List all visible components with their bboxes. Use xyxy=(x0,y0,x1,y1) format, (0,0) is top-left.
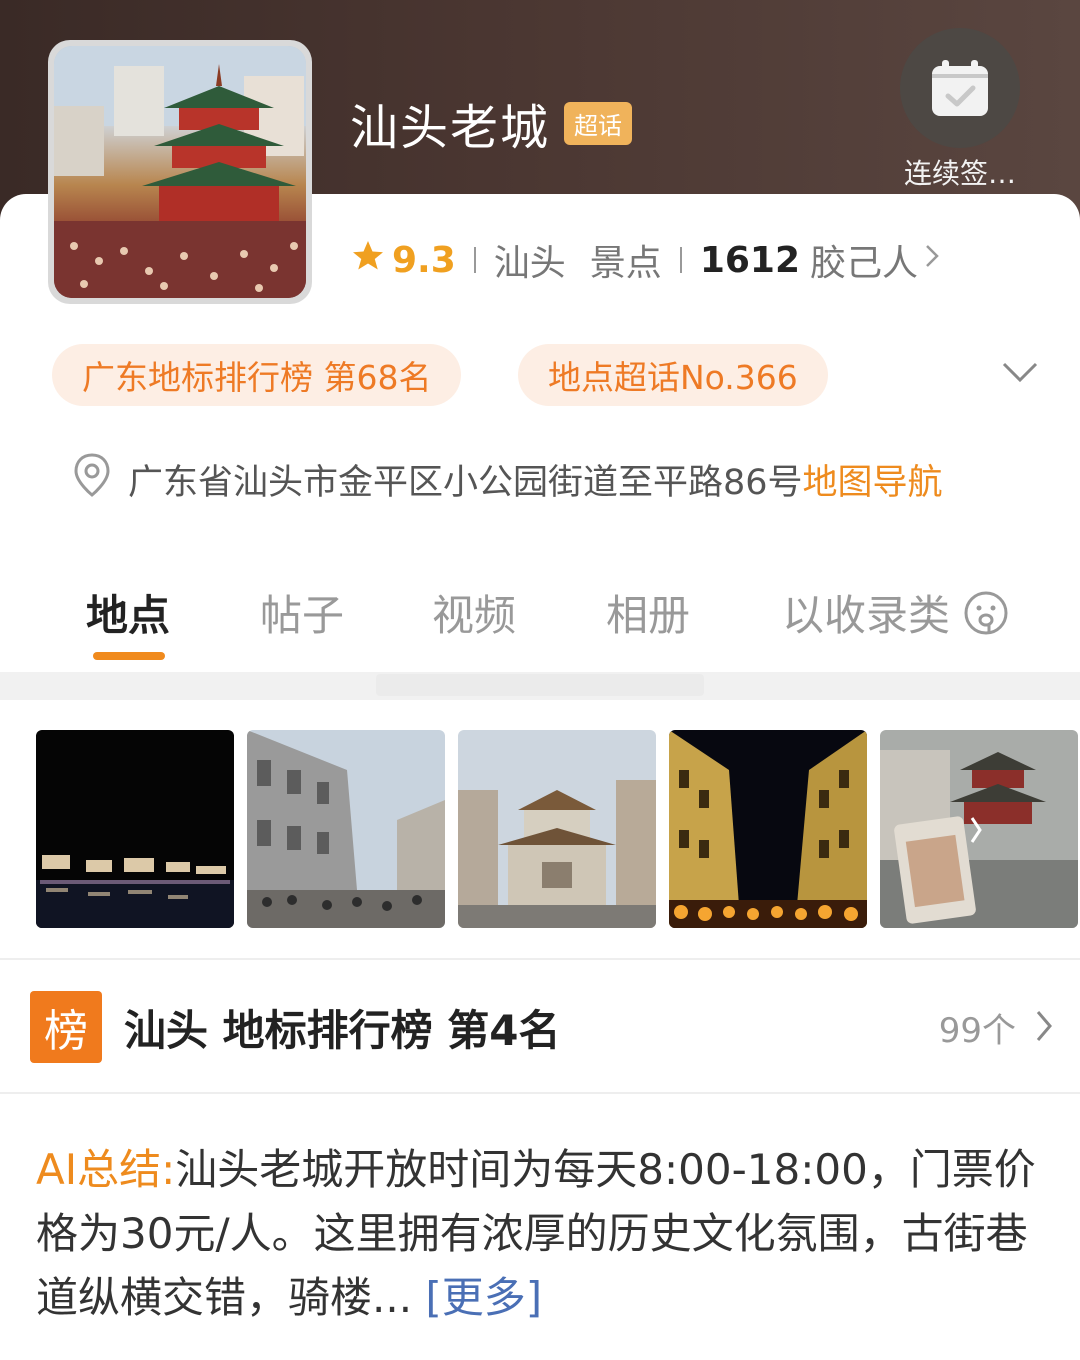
ranking-count: 99个 xyxy=(938,1010,1016,1051)
location-pin-icon xyxy=(72,452,112,507)
tab-location[interactable]: 地点 xyxy=(86,582,170,643)
tag-ranking[interactable]: 广东地标排行榜 第68名 xyxy=(52,344,462,406)
tab-album[interactable]: 相册 xyxy=(606,582,690,643)
checkin-label: 连续签… xyxy=(903,157,1016,190)
scroll-indicator xyxy=(376,674,704,696)
active-tab-indicator xyxy=(93,652,165,660)
title-row: 汕头老城 超话 xyxy=(350,88,633,158)
ranking-row[interactable]: 榜 汕头 地标排行榜 第4名 99个 xyxy=(30,990,1054,1064)
photo-night-river[interactable] xyxy=(36,730,234,928)
address-text: 广东省汕头市金平区小公园街道至平路86号 xyxy=(128,463,803,503)
tab-collected-label: 以收录类 xyxy=(782,591,951,640)
cover-photo xyxy=(54,46,306,298)
followers-unit: 胶己人 xyxy=(810,243,919,284)
calendar-check-icon xyxy=(900,28,1020,148)
page-title: 汕头老城 xyxy=(350,100,551,156)
tab-posts[interactable]: 帖子 xyxy=(260,582,344,643)
ai-summary-label: AI总结: xyxy=(36,1145,176,1194)
more-link[interactable]: [更多] xyxy=(425,1273,542,1322)
checkin-button[interactable]: 连续签… xyxy=(900,28,1020,192)
chevron-right-icon xyxy=(1034,1006,1054,1050)
followers-count: 1612 xyxy=(699,239,801,281)
photo-pagoda-rain[interactable] xyxy=(880,730,1078,928)
section-divider xyxy=(0,1092,1080,1094)
drool-emoji-icon xyxy=(964,591,1008,635)
chevron-down-icon[interactable] xyxy=(998,352,1042,396)
photo-night-street[interactable] xyxy=(669,730,867,928)
tab-collected[interactable]: 以收录类 xyxy=(782,582,1009,643)
type-label: 景点 xyxy=(589,243,662,284)
tag-super-topic[interactable]: 地点超话No.366 xyxy=(518,344,828,406)
photo-memorial-gate[interactable] xyxy=(458,730,656,928)
meta-row[interactable]: 9.3 汕头 景点 1612 胶己人 xyxy=(350,234,940,286)
super-topic-badge[interactable]: 超话 xyxy=(564,101,633,145)
city-label: 汕头 xyxy=(493,243,566,284)
divider xyxy=(473,247,476,273)
ai-summary: AI总结:汕头老城开放时间为每天8:00-18:00，门票价格为30元/人。这里… xyxy=(36,1138,1046,1330)
photo-arcade-street[interactable] xyxy=(247,730,445,928)
section-divider xyxy=(0,958,1080,960)
rating-value: 9.3 xyxy=(392,239,456,281)
ranking-title: 汕头 地标排行榜 第4名 xyxy=(124,1005,561,1055)
photo-strip[interactable] xyxy=(36,730,1080,928)
cover-image[interactable] xyxy=(48,40,312,304)
chevron-right-icon xyxy=(924,242,940,278)
map-navigation-link[interactable]: 地图导航 xyxy=(803,454,943,505)
divider xyxy=(679,247,682,273)
ranking-icon: 榜 xyxy=(30,991,102,1063)
star-icon xyxy=(350,238,386,283)
tab-videos[interactable]: 视频 xyxy=(432,582,516,643)
address-row[interactable]: 广东省汕头市金平区小公园街道至平路86号 地图导航 xyxy=(72,452,943,507)
